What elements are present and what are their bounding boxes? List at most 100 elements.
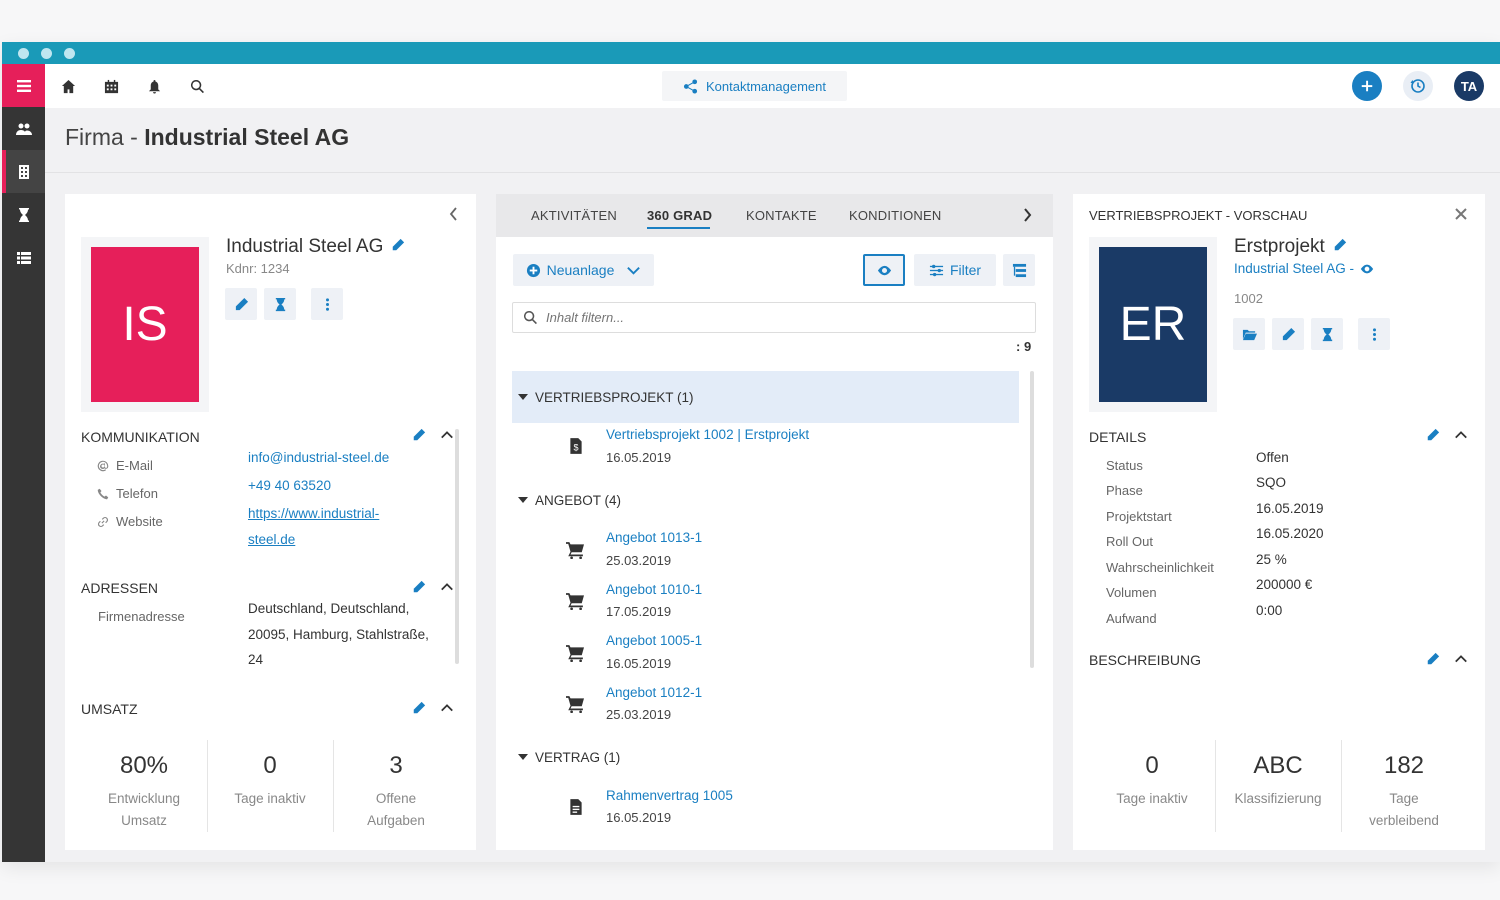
edit-project-name-icon[interactable] xyxy=(1333,236,1347,258)
edit-umsatz-icon[interactable] xyxy=(412,701,426,715)
email-link[interactable]: info@industrial-steel.de xyxy=(248,445,389,471)
edit-name-icon[interactable] xyxy=(391,236,405,258)
item-angebot-1010-link[interactable]: Angebot 1010-1 xyxy=(606,582,702,597)
folder-open-icon xyxy=(1242,329,1257,340)
detail-projektstart-label: Projektstart xyxy=(1106,509,1172,524)
chevron-up-icon[interactable] xyxy=(440,580,454,594)
tab-aktivitaeten[interactable]: AKTIVITÄTEN xyxy=(531,208,617,223)
more-button[interactable] xyxy=(311,288,343,320)
item-rahmenvertrag-date: 16.05.2019 xyxy=(606,810,672,825)
middle-scrollbar[interactable] xyxy=(1030,371,1034,668)
view-toggle-button[interactable] xyxy=(863,254,905,286)
window-dot-maximize[interactable] xyxy=(64,48,75,59)
stat-entwicklung-caption1: Entwicklung xyxy=(107,791,181,806)
collapse-left-icon[interactable] xyxy=(448,207,460,221)
contacts-icon[interactable] xyxy=(2,107,45,150)
calendar-icon[interactable] xyxy=(102,77,120,95)
preview-stat-tage-verbleibend: 182 Tage verbleibend xyxy=(1341,752,1467,832)
tab-360-grad[interactable]: 360 GRAD xyxy=(647,208,712,223)
beschreibung-controls xyxy=(1426,652,1468,666)
tab-kontakte[interactable]: KONTAKTE xyxy=(746,208,817,223)
group-vertriebsprojekt[interactable]: VERTRIEBSPROJEKT (1) xyxy=(512,371,1019,423)
stat-tage-inaktiv-caption: Tage inaktiv xyxy=(234,791,306,806)
filter-button[interactable]: Filter xyxy=(914,254,996,286)
time-button[interactable] xyxy=(264,288,296,320)
company-icon[interactable] xyxy=(2,150,45,193)
at-icon xyxy=(97,460,109,471)
svg-text:$: $ xyxy=(573,443,578,453)
preview-stat-tage-inaktiv-caption: Tage inaktiv xyxy=(1116,791,1188,806)
preview-panel: VERTRIEBSPROJEKT - VORSCHAU ER Erstproje… xyxy=(1073,194,1485,850)
open-folder-button[interactable] xyxy=(1233,318,1265,350)
filter-label: Filter xyxy=(949,262,982,278)
neuanlage-button[interactable]: Neuanlage xyxy=(513,254,654,286)
search-field[interactable] xyxy=(512,302,1036,333)
eye-icon xyxy=(877,265,891,275)
stat-tage-inaktiv-value: 0 xyxy=(263,752,277,779)
kommunikation-controls xyxy=(412,428,454,442)
search-icon[interactable] xyxy=(188,77,206,95)
history-button[interactable] xyxy=(1403,71,1433,101)
edit-beschreibung-icon[interactable] xyxy=(1426,652,1440,666)
detail-projektstart-value: 16.05.2019 xyxy=(1256,501,1324,516)
chevron-up-icon[interactable] xyxy=(440,428,454,442)
window-dot-close[interactable] xyxy=(18,48,29,59)
user-avatar[interactable]: TA xyxy=(1454,71,1484,101)
tree-view-button[interactable] xyxy=(1003,254,1035,286)
item-angebot-1005-date: 16.05.2019 xyxy=(606,656,672,671)
item-angebot-1012-date: 25.03.2019 xyxy=(606,707,672,722)
project-document-icon: $ xyxy=(567,437,585,455)
beschreibung-title: BESCHREIBUNG xyxy=(1089,652,1202,668)
more-vertical-icon xyxy=(325,297,329,311)
edit-project-button[interactable] xyxy=(1272,318,1304,350)
item-rahmenvertrag-link[interactable]: Rahmenvertrag 1005 xyxy=(606,788,733,803)
module-switch-button[interactable]: Kontaktmanagement xyxy=(662,71,847,101)
bell-icon[interactable] xyxy=(145,77,163,95)
preview-header: VERTRIEBSPROJEKT - VORSCHAU xyxy=(1089,208,1308,223)
item-angebot-1005-link[interactable]: Angebot 1005-1 xyxy=(606,633,702,648)
window-titlebar xyxy=(2,42,1500,64)
close-icon[interactable] xyxy=(1455,208,1467,220)
stat-entwicklung: 80% Entwicklung Umsatz xyxy=(81,752,207,832)
page-title: Firma - Industrial Steel AG xyxy=(65,124,349,151)
preview-stat-klassifizierung: ABC Klassifizierung xyxy=(1215,752,1341,810)
hourglass-icon[interactable] xyxy=(2,193,45,236)
tab-konditionen[interactable]: KONDITIONEN xyxy=(849,208,941,223)
window-dot-minimize[interactable] xyxy=(41,48,52,59)
project-more-button[interactable] xyxy=(1358,318,1390,350)
chevron-right-icon[interactable] xyxy=(1022,208,1034,222)
phone-link[interactable]: +49 40 63520 xyxy=(248,473,331,499)
project-name-row: Erstprojekt xyxy=(1234,236,1347,258)
project-number: 1002 xyxy=(1234,291,1263,306)
preview-stat-tage-verbleibend-caption2: verbleibend xyxy=(1369,813,1439,828)
item-vertriebsprojekt-link[interactable]: Vertriebsprojekt 1002 | Erstprojekt xyxy=(606,427,809,442)
chevron-up-icon[interactable] xyxy=(440,701,454,715)
search-input[interactable] xyxy=(546,310,1006,325)
group-angebot[interactable]: ANGEBOT (4) xyxy=(512,474,1019,526)
detail-aufwand-value: 0:00 xyxy=(1256,603,1283,618)
home-icon[interactable] xyxy=(59,77,77,95)
address-line2: 20095, Hamburg, Stahlstraße, xyxy=(248,626,429,642)
item-angebot-1010-date: 17.05.2019 xyxy=(606,604,672,619)
eye-icon[interactable] xyxy=(1360,262,1374,276)
group-vertrag[interactable]: VERTRAG (1) xyxy=(512,731,1019,783)
share-icon xyxy=(683,78,698,94)
menu-icon[interactable] xyxy=(2,64,45,107)
project-time-button[interactable] xyxy=(1311,318,1343,350)
add-button[interactable] xyxy=(1352,71,1382,101)
project-company-link[interactable]: Industrial Steel AG - xyxy=(1234,261,1354,276)
edit-adressen-icon[interactable] xyxy=(412,580,426,594)
edit-details-icon[interactable] xyxy=(1426,428,1440,442)
left-scrollbar[interactable] xyxy=(455,429,459,664)
item-angebot-1012-link[interactable]: Angebot 1012-1 xyxy=(606,685,702,700)
umsatz-title: UMSATZ xyxy=(81,701,138,717)
item-angebot-1013-link[interactable]: Angebot 1013-1 xyxy=(606,530,702,545)
chevron-up-icon[interactable] xyxy=(1454,652,1468,666)
website-link[interactable]: https://www.industrial- steel.de xyxy=(248,501,379,552)
chevron-up-icon[interactable] xyxy=(1454,428,1468,442)
caret-down-icon xyxy=(518,497,528,503)
edit-kommunikation-icon[interactable] xyxy=(412,428,426,442)
list-icon[interactable] xyxy=(2,236,45,279)
edit-button[interactable] xyxy=(225,288,257,320)
detail-panel: AKTIVITÄTEN 360 GRAD KONTAKTE KONDITIONE… xyxy=(496,194,1053,850)
